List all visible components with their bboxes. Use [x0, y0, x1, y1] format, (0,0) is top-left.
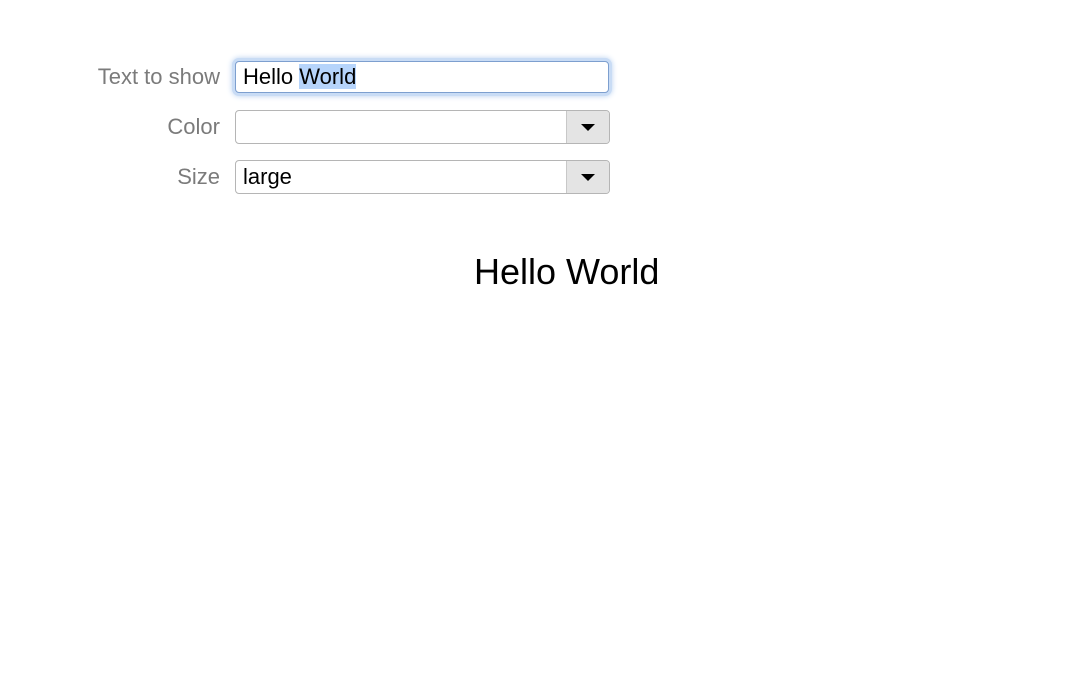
color-select[interactable] — [235, 110, 610, 144]
size-row: Size large — [0, 160, 640, 194]
size-select-dropdown-button[interactable] — [566, 161, 609, 193]
settings-form: Text to show Hello World Color Size larg… — [0, 60, 640, 210]
text-to-show-input[interactable]: Hello World — [235, 61, 609, 93]
text-to-show-row: Text to show Hello World — [0, 60, 640, 94]
size-select-value: large — [243, 164, 292, 189]
color-label: Color — [167, 114, 220, 139]
text-plain-part: Hello — [243, 64, 300, 89]
preview-text: Hello World — [474, 251, 660, 292]
color-row: Color — [0, 110, 640, 144]
size-label: Size — [177, 164, 220, 189]
size-select[interactable]: large — [235, 160, 610, 194]
text-selected-part: World — [299, 64, 357, 89]
chevron-down-icon — [581, 124, 595, 131]
color-select-dropdown-button[interactable] — [566, 111, 609, 143]
text-to-show-label: Text to show — [97, 64, 220, 89]
chevron-down-icon — [581, 174, 595, 181]
